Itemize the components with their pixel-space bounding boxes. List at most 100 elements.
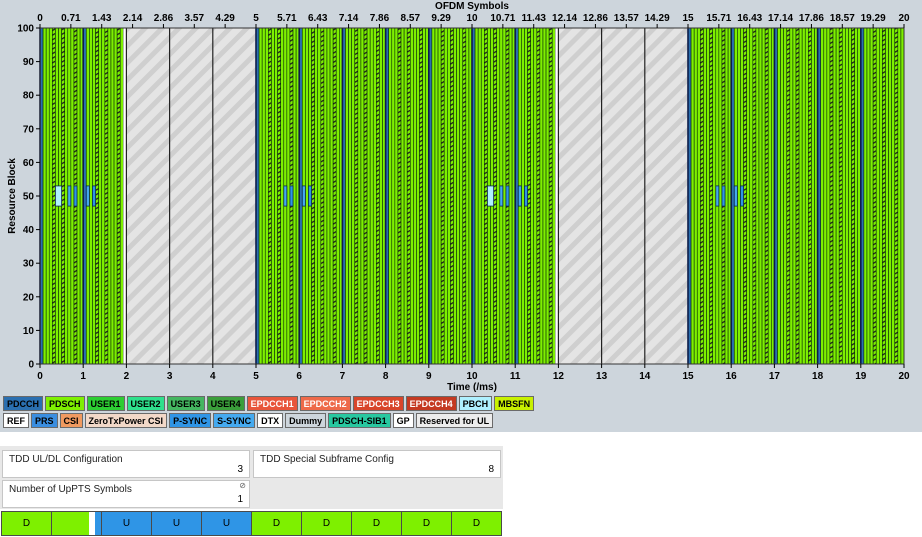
pdsch-symbol	[804, 27, 809, 365]
x-tick-label: 9	[426, 371, 432, 382]
y-tick-label: 0	[28, 360, 34, 371]
sync-block	[721, 185, 726, 207]
x-tick-label: 5	[253, 371, 259, 382]
pdsch-symbol	[712, 27, 717, 365]
pdsch-symbol	[866, 27, 871, 365]
pdsch-symbol	[443, 27, 448, 365]
reference-signal-symbol	[743, 27, 747, 365]
y-axis-title: Resource Block	[7, 158, 18, 234]
pdsch-symbol	[888, 27, 892, 365]
pdsch-symbol	[703, 27, 707, 365]
pdsch-symbol	[696, 27, 701, 365]
reference-signal-symbol	[363, 27, 368, 365]
pdsch-symbol	[845, 27, 849, 365]
reference-signal-symbol	[116, 27, 121, 365]
pdsch-symbol	[891, 27, 896, 365]
x-tick-label: 4	[210, 371, 216, 382]
pdsch-symbol	[835, 27, 840, 365]
pdsch-symbol	[823, 27, 828, 365]
subframe-cell: D	[2, 512, 52, 535]
reference-signal-symbol	[894, 27, 899, 365]
pdsch-symbol	[545, 27, 550, 365]
pdsch-symbol	[409, 27, 414, 365]
pdsch-symbol	[372, 27, 377, 365]
pdsch-symbol	[351, 27, 356, 365]
uppts-symbols-field[interactable]: Number of UpPTS Symbols ⊘ 1	[2, 480, 250, 508]
uplink-subframe	[644, 28, 688, 364]
pdsch-symbol	[737, 27, 741, 365]
subframe-cell: D	[452, 512, 501, 535]
special-subframe-config-value: 8	[488, 464, 494, 475]
pdsch-symbol	[551, 27, 556, 365]
y-tick-label: 10	[23, 326, 35, 337]
pdsch-symbol	[258, 27, 263, 365]
pdsch-symbol	[869, 27, 874, 365]
top-tick-label: 1.43	[92, 13, 112, 24]
pdsch-symbol	[854, 27, 859, 365]
reference-signal-symbol	[61, 27, 65, 365]
pdsch-symbol	[394, 27, 399, 365]
reference-signal-symbol	[808, 27, 812, 365]
x-tick-label: 10	[466, 371, 478, 382]
pdsch-symbol	[264, 27, 269, 365]
legend-item: DTX	[257, 413, 284, 428]
subframe-cell: D	[302, 512, 352, 535]
pdsch-symbol	[292, 27, 297, 365]
top-tick-label: 15.71	[706, 13, 731, 24]
sync-block	[92, 185, 96, 207]
sync-block	[289, 185, 294, 207]
pdsch-symbol	[305, 27, 309, 365]
x-tick-label: 19	[855, 371, 867, 382]
sync-block	[301, 185, 306, 207]
x-tick-label: 3	[167, 371, 173, 382]
reference-signal-symbol	[376, 27, 380, 365]
reference-signal-symbol	[462, 27, 467, 365]
legend-item: EPDCCH2	[299, 396, 351, 411]
reference-signal-symbol	[786, 27, 791, 365]
pdsch-symbol	[465, 27, 470, 365]
pdsch-symbol	[530, 27, 535, 365]
pdsch-symbol	[335, 27, 340, 365]
pdsch-symbol	[718, 27, 723, 365]
subframe-cell: U	[202, 512, 252, 535]
pdsch-symbol	[403, 27, 408, 365]
top-tick-label: 17.14	[768, 13, 793, 24]
pdsch-symbol	[107, 27, 112, 365]
top-tick-label: 2.86	[154, 13, 174, 24]
top-tick-label: 10.71	[490, 13, 515, 24]
reference-signal-symbol	[52, 27, 56, 365]
legend-item: ZeroTxPower CSI	[84, 413, 168, 428]
pdsch-symbol	[261, 27, 266, 365]
pdsch-symbol	[474, 27, 479, 365]
x-tick-label: 14	[639, 371, 651, 382]
reference-signal-symbol	[851, 27, 855, 365]
reference-signal-symbol	[484, 27, 488, 365]
legend-item: MBSFN	[494, 396, 535, 411]
reference-signal-symbol	[406, 27, 411, 365]
pdsch-symbol	[533, 27, 538, 365]
top-tick-label: 13.57	[614, 13, 639, 24]
x-tick-label: 17	[769, 371, 781, 382]
special-subframe-config-field[interactable]: TDD Special Subframe Config 8	[253, 450, 501, 478]
subframe-cell: D	[352, 512, 402, 535]
pdsch-symbol	[832, 27, 837, 365]
sync-block	[524, 185, 528, 207]
uplink-subframe	[212, 28, 256, 364]
top-tick-label: 0.71	[61, 13, 81, 24]
pdsch-symbol	[357, 27, 362, 365]
tdd-ul-dl-config-label: TDD UL/DL Configuration	[9, 454, 123, 465]
legend-item: GP	[392, 413, 414, 428]
legend-item: USER1	[86, 396, 125, 411]
x-tick-label: 15	[682, 371, 694, 382]
pdsch-symbol	[89, 27, 93, 365]
pdsch-symbol	[690, 27, 695, 365]
top-tick-label: 3.57	[185, 13, 205, 24]
tdd-ul-dl-config-field[interactable]: TDD UL/DL Configuration 3	[2, 450, 250, 478]
legend-item: CSI	[59, 413, 83, 428]
sync-block	[283, 185, 288, 207]
pdsch-symbol	[863, 27, 868, 365]
top-tick-label: 15	[682, 13, 694, 24]
legend-item: Dummy	[285, 413, 327, 428]
sync-block	[499, 185, 504, 207]
pdsch-symbol	[76, 27, 81, 365]
